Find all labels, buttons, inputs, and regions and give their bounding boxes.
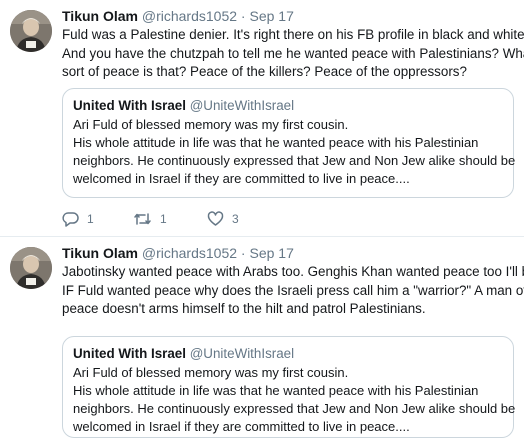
retweet-button[interactable]: 1 bbox=[133, 211, 167, 227]
quoted-author-handle: @UniteWithIsrael bbox=[189, 98, 295, 113]
tweet-date[interactable]: Sep 17 bbox=[249, 245, 293, 261]
quoted-tweet[interactable]: United With Israel @UniteWithIsrael Ari … bbox=[62, 88, 516, 198]
separator: · bbox=[240, 245, 246, 261]
quoted-text-line: Ari Fuld of blessed memory was my first … bbox=[73, 117, 349, 132]
tweet-text: Jabotinsky wanted peace with Arabs too. … bbox=[62, 263, 524, 319]
quoted-author-name: United With Israel bbox=[73, 346, 186, 361]
quoted-author-handle: @UniteWithIsrael bbox=[189, 346, 295, 361]
quoted-tweet-header: United With Israel @UniteWithIsrael bbox=[73, 97, 503, 115]
reply-button[interactable]: 1 bbox=[62, 211, 94, 227]
quoted-tweet-text: Ari Fuld of blessed memory was my first … bbox=[73, 116, 516, 188]
quoted-text-line: His whole attitude in life was that he w… bbox=[73, 135, 479, 150]
quoted-text-line: His whole attitude in life was that he w… bbox=[73, 383, 479, 398]
tweet-text-line: Jabotinsky wanted peace with Arabs too. … bbox=[62, 264, 524, 279]
tweet[interactable]: Tikun Olam @richards1052 · Sep 17 Fuld w… bbox=[0, 0, 524, 236]
tweet-text-line: And you have the chutzpah to tell me he … bbox=[62, 45, 524, 61]
tweet-text-line: sort of peace is that? Peace of the kill… bbox=[62, 64, 467, 79]
quoted-text-line: neighbors. He continuously expressed tha… bbox=[73, 153, 516, 168]
tweet-text: Fuld was a Palestine denier. It's right … bbox=[62, 26, 524, 82]
heart-icon bbox=[207, 211, 224, 227]
author-handle[interactable]: @richards1052 bbox=[142, 245, 237, 261]
tweet-text-line: IF Fuld wanted peace why does the Israel… bbox=[62, 282, 524, 298]
quoted-text-line: Ari Fuld of blessed memory was my first … bbox=[73, 365, 349, 380]
retweet-icon bbox=[133, 211, 152, 227]
tweet-header: Tikun Olam @richards1052 · Sep 17 bbox=[62, 7, 294, 25]
tweet-text-line: Fuld was a Palestine denier. It's right … bbox=[62, 27, 524, 42]
author-name[interactable]: Tikun Olam bbox=[62, 8, 138, 24]
reply-count: 1 bbox=[87, 212, 94, 226]
quoted-text-line: welcomed in Israel if they are committed… bbox=[73, 171, 410, 186]
tweet-date[interactable]: Sep 17 bbox=[249, 8, 293, 24]
like-count: 3 bbox=[232, 212, 239, 226]
quoted-tweet[interactable]: United With Israel @UniteWithIsrael Ari … bbox=[62, 336, 516, 438]
author-handle[interactable]: @richards1052 bbox=[142, 8, 237, 24]
quoted-text-line: welcomed in Israel if they are committed… bbox=[73, 419, 410, 434]
quoted-tweet-text: Ari Fuld of blessed memory was my first … bbox=[73, 364, 516, 436]
like-button[interactable]: 3 bbox=[207, 211, 239, 227]
author-name[interactable]: Tikun Olam bbox=[62, 245, 138, 261]
quoted-tweet-header: United With Israel @UniteWithIsrael bbox=[73, 345, 503, 363]
reply-icon bbox=[62, 211, 79, 227]
retweet-count: 1 bbox=[160, 212, 167, 226]
avatar[interactable] bbox=[10, 10, 52, 52]
separator: · bbox=[240, 8, 246, 24]
avatar[interactable] bbox=[10, 247, 52, 289]
quoted-text-line: neighbors. He continuously expressed tha… bbox=[73, 401, 516, 416]
tweet-text-line: peace doesn't arms himself to the hilt a… bbox=[62, 301, 426, 316]
quoted-author-name: United With Israel bbox=[73, 98, 186, 113]
tweet-header: Tikun Olam @richards1052 · Sep 17 bbox=[62, 244, 294, 262]
